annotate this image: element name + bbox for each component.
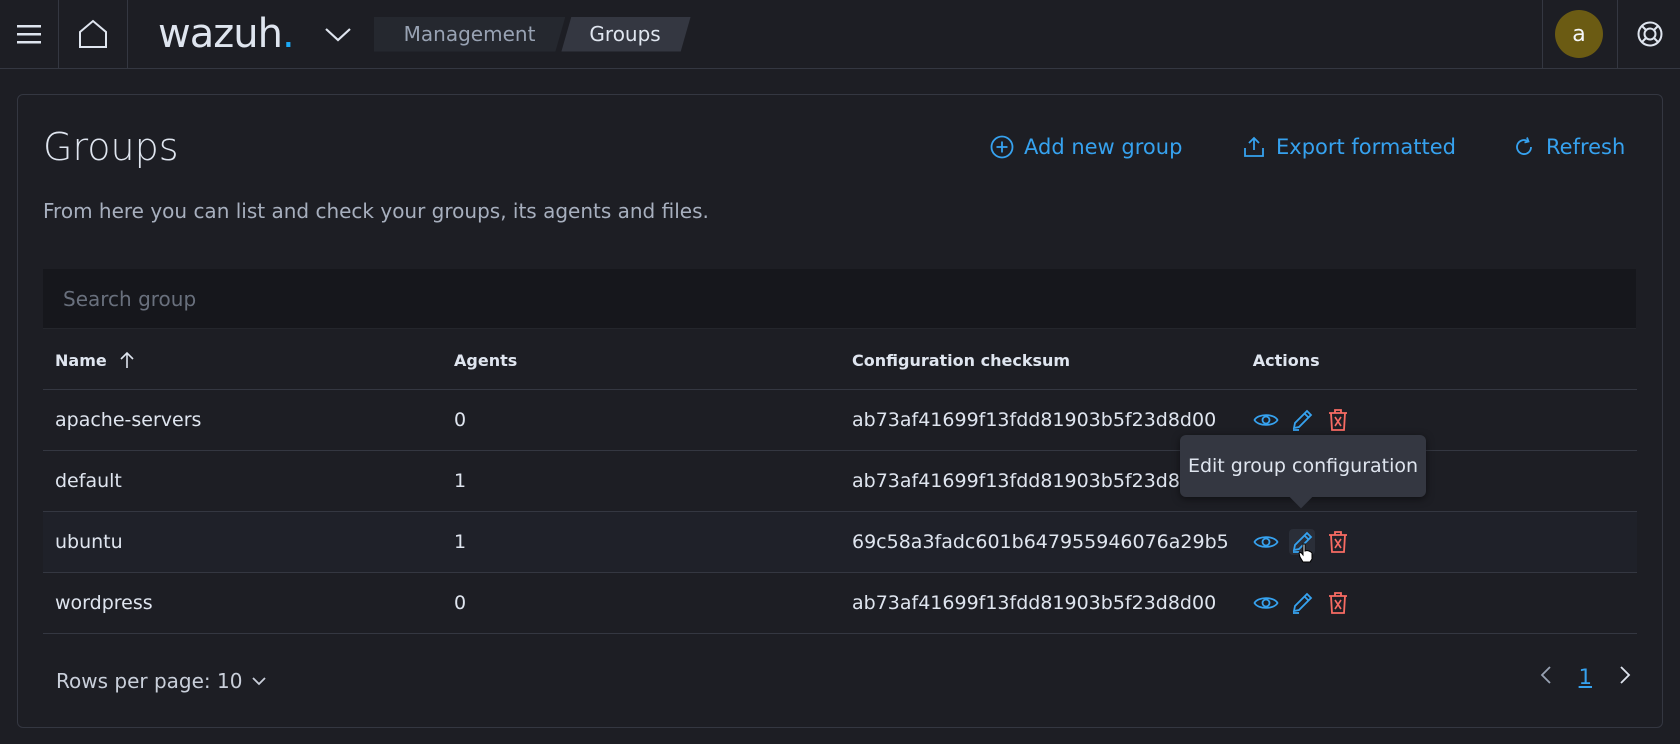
wazuh-logo[interactable]: wazuh.: [158, 11, 295, 57]
table-row[interactable]: ubuntu 1 69c58a3fadc601b647955946076a29b…: [43, 511, 1637, 573]
hand-cursor-icon: [1298, 543, 1313, 563]
group-name: ubuntu: [43, 511, 442, 573]
row-actions: [1240, 572, 1637, 634]
pagination: 1: [1539, 665, 1632, 689]
pencil-icon[interactable]: [1289, 407, 1315, 433]
trash-icon[interactable]: [1325, 407, 1351, 433]
plus-circle-icon: [990, 135, 1014, 159]
group-agents: 1: [442, 450, 840, 512]
eye-icon[interactable]: [1253, 529, 1279, 555]
page-number[interactable]: 1: [1579, 665, 1592, 689]
group-name: wordpress: [43, 572, 442, 634]
menu-icon[interactable]: [0, 0, 58, 68]
column-header-actions: Actions: [1240, 331, 1637, 390]
add-new-group-button[interactable]: Add new group: [990, 135, 1182, 159]
divider: [127, 0, 128, 68]
rows-per-page-selector[interactable]: Rows per page: 10: [56, 669, 268, 693]
divider: [1542, 0, 1543, 68]
pencil-icon[interactable]: [1289, 590, 1315, 616]
group-name: apache-servers: [43, 389, 442, 451]
avatar[interactable]: a: [1555, 10, 1603, 58]
page-title: Groups: [43, 125, 179, 169]
home-icon[interactable]: [59, 0, 127, 68]
table-row[interactable]: wordpress 0 ab73af41699f13fdd81903b5f23d…: [43, 572, 1637, 634]
refresh-label: Refresh: [1546, 135, 1626, 159]
divider: [1617, 0, 1618, 68]
rows-per-page-label: Rows per page: 10: [56, 669, 243, 693]
group-agents: 0: [442, 389, 840, 451]
trash-icon[interactable]: [1325, 590, 1351, 616]
logo-dot: .: [281, 11, 295, 57]
groups-panel: Groups Add new group Export formatted Re…: [17, 94, 1663, 728]
export-icon: [1244, 136, 1264, 157]
eye-icon[interactable]: [1253, 590, 1279, 616]
chevron-down-icon: [252, 677, 267, 686]
logo-text: wazuh: [158, 11, 283, 57]
trash-icon[interactable]: [1325, 529, 1351, 555]
group-agents: 1: [442, 511, 840, 573]
column-header-name[interactable]: Name: [43, 331, 442, 390]
breadcrumb-management[interactable]: Management: [374, 17, 566, 52]
export-formatted-button[interactable]: Export formatted: [1242, 135, 1456, 159]
column-header-checksum[interactable]: Configuration checksum: [840, 331, 1241, 390]
top-bar: wazuh. Management Groups a: [0, 0, 1680, 69]
group-name: default: [43, 450, 442, 512]
group-checksum: 69c58a3fadc601b647955946076a29b5: [840, 511, 1241, 573]
page-description: From here you can list and check your gr…: [43, 199, 709, 223]
refresh-button[interactable]: Refresh: [1512, 135, 1625, 159]
group-agents: 0: [442, 572, 840, 634]
chevron-left-icon[interactable]: [1539, 665, 1553, 689]
add-new-group-label: Add new group: [1024, 135, 1183, 159]
help-icon[interactable]: [1634, 18, 1666, 50]
export-formatted-label: Export formatted: [1276, 135, 1456, 159]
column-header-agents[interactable]: Agents: [442, 331, 840, 390]
chevron-right-icon[interactable]: [1618, 665, 1632, 689]
refresh-icon: [1516, 137, 1532, 155]
chevron-down-icon[interactable]: [320, 0, 356, 68]
eye-icon[interactable]: [1253, 407, 1279, 433]
arrow-up-icon: [120, 351, 134, 368]
group-checksum: ab73af41699f13fdd81903b5f23d8d00: [840, 572, 1241, 634]
table-header-row: Name Agents Configuration checksum Actio…: [43, 331, 1637, 390]
breadcrumb: Management Groups: [374, 17, 691, 52]
breadcrumb-groups: Groups: [561, 17, 690, 52]
tooltip: Edit group configuration: [1180, 435, 1426, 497]
column-header-name-label: Name: [55, 350, 107, 370]
search-input[interactable]: [43, 269, 1636, 329]
